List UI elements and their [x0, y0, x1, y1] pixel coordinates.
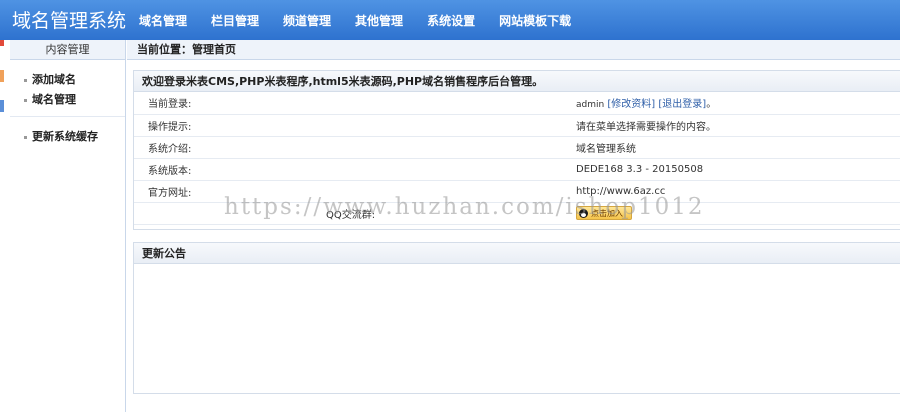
table-row: QQ交流群: 点击加入	[134, 202, 900, 225]
row-suffix: 。	[706, 99, 717, 111]
qq-join-button[interactable]: 点击加入	[576, 206, 632, 220]
nav-other-manage[interactable]: 其他管理	[343, 0, 415, 40]
breadcrumb: 当前位置：管理首页	[127, 40, 900, 60]
bullet-icon	[24, 99, 27, 102]
notice-panel: 更新公告	[133, 242, 900, 394]
sidebar: 内容管理 添加域名 域名管理 更新系统缓存	[10, 40, 126, 412]
welcome-panel: 欢迎登录米表CMS,PHP米表程序,html5米表源码,PHP域名销售程序后台管…	[133, 70, 900, 230]
qq-group-label: QQ交流群:	[326, 209, 376, 221]
row-value: DEDE168 3.3 - 20150508	[562, 158, 900, 181]
table-row: 当前登录: admin [修改资料] [退出登录]。	[134, 92, 900, 115]
official-site-link[interactable]: http://www.6az.cc	[562, 180, 900, 203]
system-info-table: 当前登录: admin [修改资料] [退出登录]。 操作提示: 请在菜单选择需…	[134, 92, 900, 225]
welcome-panel-title: 欢迎登录米表CMS,PHP米表程序,html5米表源码,PHP域名销售程序后台管…	[134, 71, 900, 92]
main-nav: 域名管理 栏目管理 频道管理 其他管理 系统设置 网站模板下载	[127, 0, 583, 40]
row-value: admin [修改资料] [退出登录]。	[562, 92, 900, 115]
notice-panel-title: 更新公告	[134, 243, 900, 264]
nav-column-manage[interactable]: 栏目管理	[199, 0, 271, 40]
nav-template-download[interactable]: 网站模板下载	[487, 0, 583, 40]
bullet-icon	[24, 79, 27, 82]
sidebar-item-label: 域名管理	[32, 93, 76, 106]
row-label: 系统介绍:	[134, 136, 562, 159]
table-row: 系统介绍: 域名管理系统	[134, 136, 900, 159]
qq-join-label: 点击加入	[591, 209, 623, 218]
table-row: 操作提示: 请在菜单选择需要操作的内容。	[134, 114, 900, 137]
sidebar-item-domain-manage[interactable]: 域名管理	[10, 90, 125, 110]
row-value: 请在菜单选择需要操作的内容。	[562, 114, 900, 137]
edge-chip-blue	[0, 100, 4, 112]
bullet-icon	[24, 136, 27, 139]
edit-profile-link[interactable]: [修改资料]	[607, 99, 655, 110]
sidebar-group-cache: 更新系统缓存	[10, 117, 125, 153]
sidebar-heading: 内容管理	[10, 40, 125, 60]
edge-chip-orange	[0, 70, 4, 82]
row-label: 官方网址:	[134, 180, 562, 203]
nav-system-settings[interactable]: 系统设置	[415, 0, 487, 40]
logout-link[interactable]: [退出登录]	[658, 99, 706, 110]
current-user: admin	[576, 100, 605, 111]
table-row: 官方网址: http://www.6az.cc	[134, 180, 900, 203]
sidebar-item-label: 添加域名	[32, 73, 76, 86]
penguin-icon	[579, 209, 588, 218]
row-label: 当前登录:	[134, 92, 562, 115]
row-value: 域名管理系统	[562, 136, 900, 159]
sidebar-item-add-domain[interactable]: 添加域名	[10, 70, 125, 90]
nav-domain-manage[interactable]: 域名管理	[127, 0, 199, 40]
table-row: 系统版本: DEDE168 3.3 - 20150508	[134, 158, 900, 181]
row-label: QQ交流群:	[134, 202, 562, 225]
row-value: 点击加入	[562, 202, 900, 225]
sidebar-item-label: 更新系统缓存	[32, 130, 98, 143]
top-header: 域名管理系统 域名管理 栏目管理 频道管理 其他管理 系统设置 网站模板下载	[0, 0, 900, 40]
sidebar-group-domain: 添加域名 域名管理	[10, 60, 125, 117]
app-title: 域名管理系统	[12, 10, 127, 32]
main-content: 当前位置：管理首页 欢迎登录米表CMS,PHP米表程序,html5米表源码,PH…	[127, 40, 900, 412]
row-label: 操作提示:	[134, 114, 562, 137]
sidebar-item-update-cache[interactable]: 更新系统缓存	[10, 127, 125, 147]
nav-channel-manage[interactable]: 频道管理	[271, 0, 343, 40]
row-label: 系统版本:	[134, 158, 562, 181]
